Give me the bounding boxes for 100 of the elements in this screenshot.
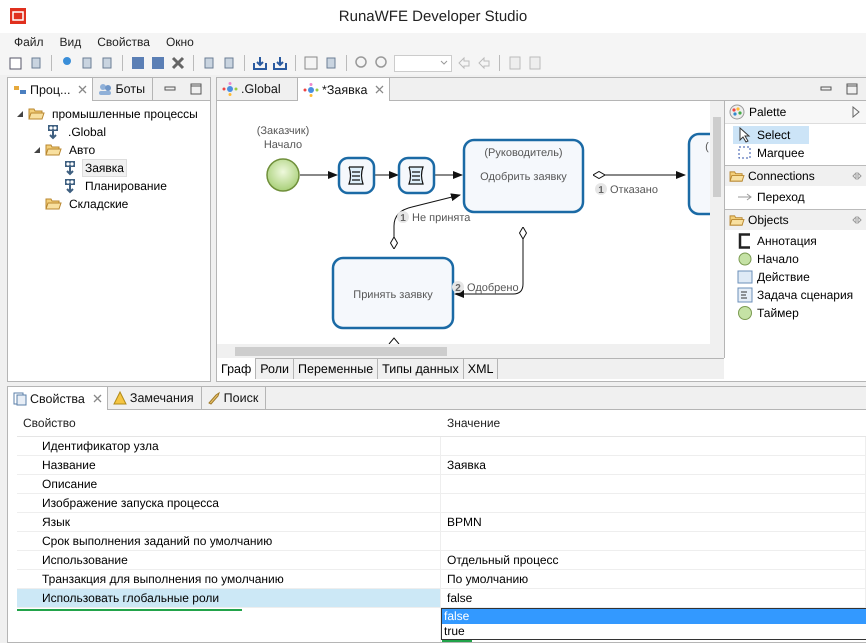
column-header[interactable]: Свойство	[17, 416, 441, 430]
role-label: (Заказчик)	[256, 125, 310, 138]
cursor-icon	[737, 127, 753, 144]
hierarchy-icon	[13, 84, 27, 96]
editor-page-tab[interactable]: Роли	[256, 359, 294, 380]
folder-icon	[45, 143, 62, 158]
menu-item[interactable]: Файл	[6, 35, 52, 50]
property-cell[interactable]: Идентификатор узла	[17, 437, 441, 455]
view-tab[interactable]: Боты	[96, 82, 148, 96]
new-file-icon[interactable]	[8, 55, 24, 72]
connector-arrow	[374, 171, 399, 180]
number-badge: 1	[595, 183, 607, 196]
tree-item[interactable]: Авто	[66, 141, 98, 160]
editor-tab[interactable]: .Global	[220, 82, 283, 96]
vertical-scrollbar[interactable]	[710, 101, 724, 344]
delete-icon[interactable]	[170, 55, 186, 72]
close-icon[interactable]	[92, 394, 102, 403]
expander-icon[interactable]	[33, 146, 41, 154]
value-cell[interactable]: По умолчанию	[441, 570, 866, 588]
palette-drawer[interactable]: Objects	[725, 209, 866, 230]
view-tab[interactable]: Поиск	[204, 391, 260, 405]
transition-label: Одобрено	[467, 282, 519, 294]
tree-item[interactable]: Складские	[66, 195, 132, 214]
pin-icon[interactable]	[852, 216, 862, 224]
editor-page-tab[interactable]: Граф	[217, 358, 256, 380]
node-label: Одобрить заявку	[480, 171, 567, 184]
close-icon[interactable]	[78, 85, 88, 94]
dropdown-option[interactable]: true	[442, 624, 866, 639]
bracket-icon	[737, 233, 753, 250]
editor-page-tab[interactable]: Типы данных	[378, 359, 464, 380]
property-cell[interactable]: Название	[17, 456, 441, 474]
marquee-icon	[737, 145, 753, 162]
property-cell[interactable]: Использование	[17, 551, 441, 569]
role-label: (	[705, 141, 709, 154]
upload-icon[interactable]	[252, 55, 268, 72]
value-cell[interactable]: false	[441, 589, 866, 607]
palette-tool[interactable]: Переход	[733, 188, 809, 206]
node-label: Начало	[264, 139, 302, 152]
palette-tool[interactable]: Начало	[733, 250, 809, 268]
palette-header[interactable]: Palette	[725, 101, 866, 124]
editor-page-tab[interactable]: XML	[464, 359, 498, 380]
role-label: (Руководитель)	[484, 147, 563, 160]
transition-label: Не принята	[412, 212, 470, 224]
process-diagram-icon	[303, 82, 319, 97]
property-cell[interactable]: Транзакция для выполнения по умолчанию	[17, 570, 441, 588]
tree-item[interactable]: промышленные процессы	[49, 105, 201, 124]
pin-icon[interactable]	[852, 172, 862, 180]
property-cell[interactable]: Изображение запуска процесса	[17, 494, 441, 512]
menu-item[interactable]: Свойства	[89, 35, 158, 50]
number-badge: 2	[452, 281, 464, 294]
start-event	[266, 158, 300, 192]
connector-arrow	[434, 171, 463, 180]
palette-tool[interactable]: Аннотация	[733, 232, 821, 250]
palette-tool[interactable]: Select	[733, 126, 809, 144]
close-icon[interactable]	[375, 85, 384, 94]
process-diagram-icon	[222, 82, 238, 96]
view-tab[interactable]: Замечания	[110, 391, 196, 405]
expand-arrow-icon[interactable]	[852, 106, 860, 118]
maximize-icon[interactable]	[190, 83, 202, 96]
property-cell[interactable]: Срок выполнения заданий по умолчанию	[17, 532, 441, 550]
rectangle-icon	[737, 269, 753, 286]
folder-icon	[28, 107, 45, 122]
dropdown-list[interactable]: false true	[441, 608, 866, 640]
script-task	[338, 156, 376, 194]
script-task	[398, 156, 436, 194]
expander-icon[interactable]	[16, 110, 24, 118]
node-label: Принять заявку	[353, 289, 433, 302]
tree-item[interactable]: Заявка	[82, 159, 127, 178]
palette-tool[interactable]: Таймер	[733, 304, 809, 322]
value-cell[interactable]: Заявка	[441, 456, 866, 474]
property-cell[interactable]: Язык	[17, 513, 441, 531]
warning-icon	[112, 391, 127, 405]
timer-icon	[737, 305, 753, 322]
window-title: RunaWFE Developer Studio	[338, 8, 528, 25]
caret-icon[interactable]	[440, 60, 448, 66]
tree-item[interactable]: .Global	[65, 123, 110, 142]
value-cell[interactable]: BPMN	[441, 513, 866, 531]
tree-item[interactable]: Планирование	[82, 177, 170, 196]
property-cell[interactable]: Описание	[17, 475, 441, 493]
download-icon[interactable]	[272, 55, 288, 72]
palette-tool[interactable]: Действие	[733, 268, 814, 286]
users-icon	[98, 83, 112, 96]
connector-arrow	[300, 171, 338, 180]
transition-label: Отказано	[610, 184, 658, 196]
menu-item[interactable]: Окно	[158, 35, 202, 50]
column-header[interactable]: Значение	[441, 416, 866, 430]
value-cell[interactable]: Отдельный процесс	[441, 551, 866, 569]
document-icon	[13, 392, 27, 406]
number-badge: 1	[397, 211, 409, 224]
maximize-icon[interactable]	[846, 83, 858, 96]
palette-tool[interactable]: Marquee	[733, 144, 809, 162]
horizontal-scrollbar[interactable]	[217, 344, 724, 358]
folder-icon	[729, 214, 745, 227]
script-icon	[737, 287, 753, 304]
app-logo-icon	[10, 8, 26, 24]
palette-drawer[interactable]: Connections	[725, 165, 866, 186]
palette-tool[interactable]: Задача сценария	[733, 286, 858, 304]
circle-icon	[737, 251, 753, 268]
menu-item[interactable]: Вид	[52, 35, 90, 50]
editor-page-tab[interactable]: Переменные	[294, 359, 378, 380]
